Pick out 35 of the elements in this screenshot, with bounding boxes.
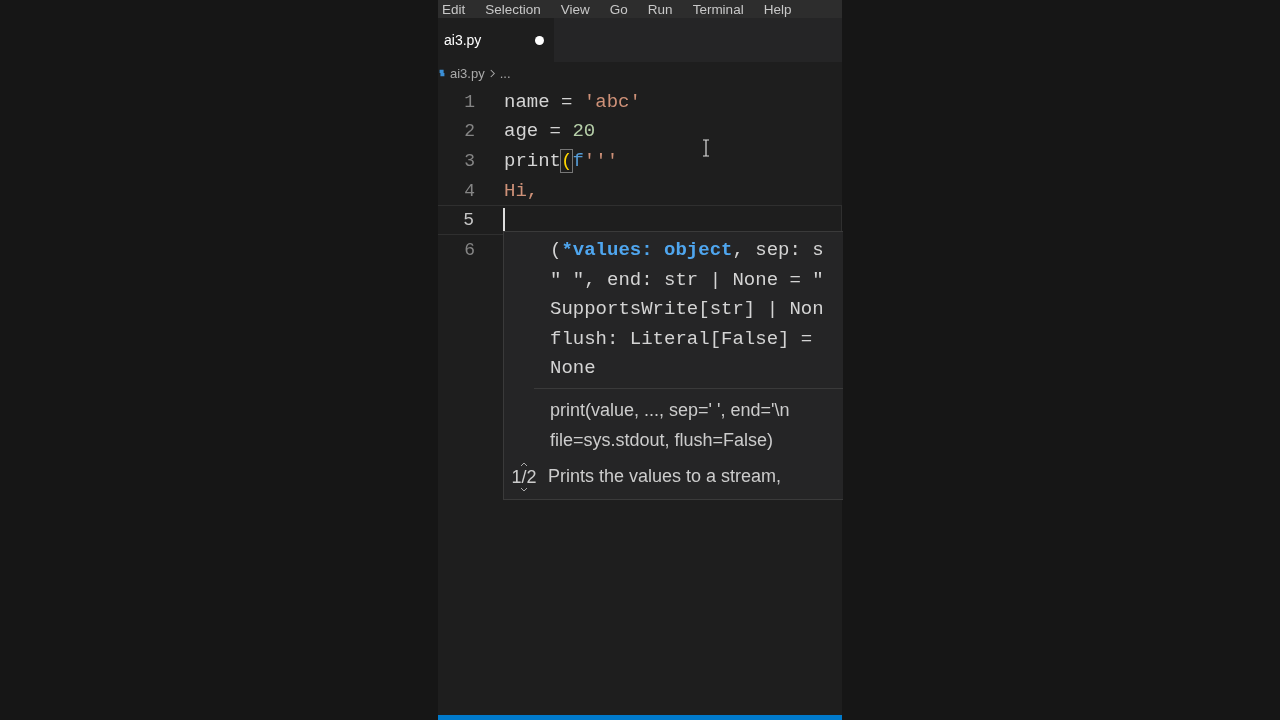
code-line: age = 20 xyxy=(504,120,596,143)
up-chevron-icon[interactable] xyxy=(519,460,529,467)
doc-line: print(value, ..., sep=' ', end='\n xyxy=(550,398,790,422)
menu-item[interactable]: Edit xyxy=(442,1,466,17)
code-line: Hi, xyxy=(504,179,539,202)
python-file-icon xyxy=(438,68,446,78)
line-number: 4 xyxy=(463,180,475,201)
breadcrumb-more[interactable]: ... xyxy=(499,65,511,81)
line-number: 3 xyxy=(463,151,475,171)
menu-item[interactable]: Help xyxy=(763,1,792,17)
signature-line: None xyxy=(550,356,596,381)
editor-tab[interactable]: ai3.py xyxy=(438,18,554,62)
menu-item[interactable]: Selection xyxy=(485,1,541,17)
menu-item[interactable]: Terminal xyxy=(692,1,744,17)
signature-line: " ", end: str | None = " xyxy=(550,267,824,293)
text-cursor-icon xyxy=(702,139,710,157)
menu-item[interactable]: View xyxy=(560,1,590,17)
line-number: 2 xyxy=(463,121,475,142)
chevron-right-icon xyxy=(488,68,496,78)
line-number: 6 xyxy=(463,239,475,260)
overload-counter: 1/2 xyxy=(511,466,537,487)
doc-line: file=sys.stdout, flush=False) xyxy=(550,428,774,452)
description-text: Prints the values to a stream, xyxy=(548,466,782,487)
down-chevron-icon[interactable] xyxy=(519,486,529,493)
breadcrumb-file[interactable]: ai3.py xyxy=(450,65,485,81)
code-line: print(f''' xyxy=(504,150,619,172)
signature-line: flush: Literal[False] = xyxy=(550,326,813,352)
line-number: 5 xyxy=(462,210,474,231)
signature-line: (*values: object, sep: s xyxy=(550,238,824,263)
signature-line: SupportsWrite[str] | Non xyxy=(550,297,824,322)
menu-item[interactable]: Run xyxy=(647,1,673,17)
line-number: 1 xyxy=(463,91,475,112)
menu-item[interactable]: Go xyxy=(609,1,628,17)
code-line: name = 'abc' xyxy=(504,90,641,113)
text-caret xyxy=(503,208,505,233)
